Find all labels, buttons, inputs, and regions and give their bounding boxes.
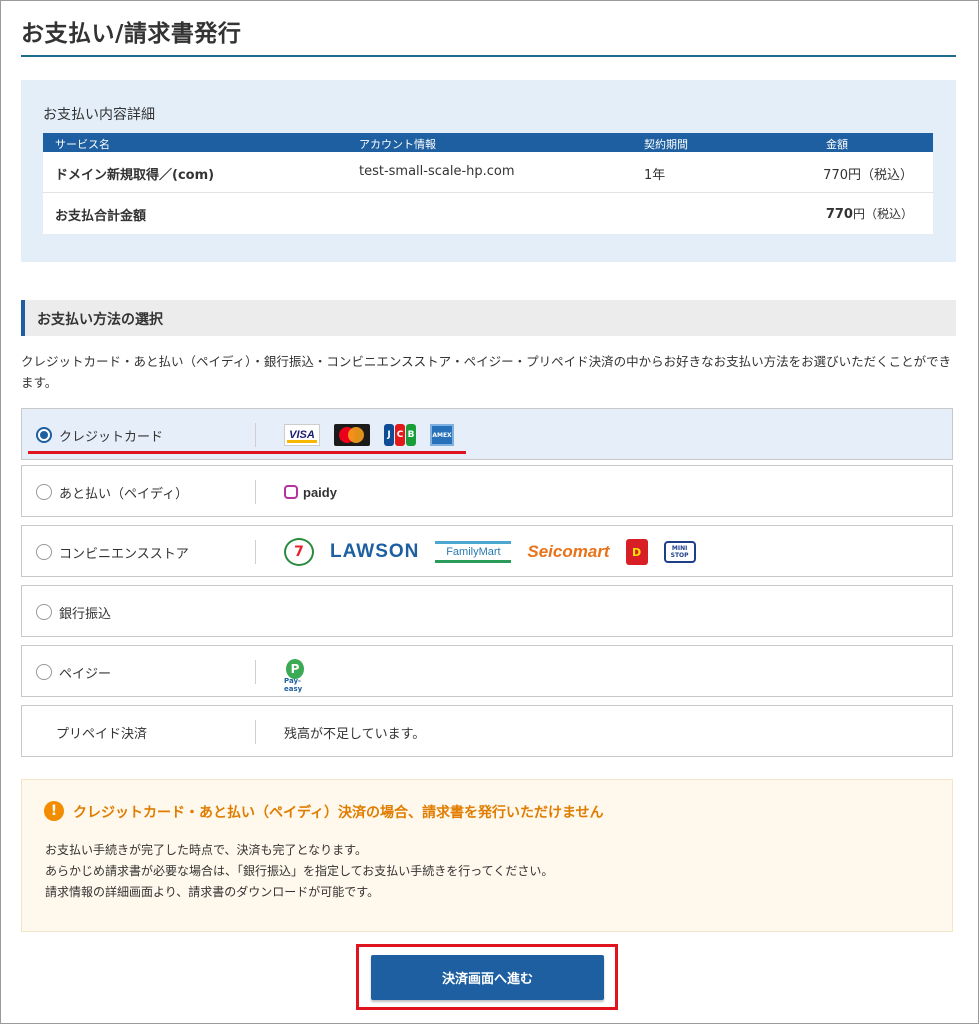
total-row: お支払合計金額 770円（税込） (43, 193, 933, 234)
details-table: サービス名 アカウント情報 契約期間 金額 ドメイン新規取得／(com) tes… (43, 133, 933, 234)
divider (255, 720, 256, 744)
row-amount: 770円（税込） (823, 168, 913, 183)
table-row: ドメイン新規取得／(com) test-small-scale-hp.com 1… (43, 152, 933, 193)
payment-method-heading-text: お支払い方法の選択 (37, 312, 163, 328)
details-title: お支払い内容詳細 (43, 107, 155, 123)
method-payeasy[interactable]: ペイジー P Pay-easy (21, 645, 953, 697)
visa-logo: VISA (284, 424, 320, 446)
title-divider (21, 55, 956, 57)
method-bank-transfer[interactable]: 銀行振込 (21, 585, 953, 637)
radio-payeasy[interactable] (36, 664, 52, 680)
payment-method-heading: お支払い方法の選択 (21, 300, 956, 336)
total-amount-number: 770 (825, 207, 853, 222)
service-name: ドメイン新規取得／(com) (55, 168, 215, 183)
method-label-credit-card: クレジットカード (59, 430, 164, 445)
method-label-convenience-store: コンビニエンスストア (59, 547, 189, 562)
header-amount: 金額 (826, 138, 848, 151)
paidy-logo: paidy (284, 485, 337, 500)
warning-icon: ! (44, 801, 64, 821)
divider (255, 423, 256, 447)
method-label-bank-transfer: 銀行振込 (59, 607, 112, 622)
total-amount: 770円（税込） (826, 205, 913, 222)
paidy-logos: paidy (284, 478, 337, 506)
ministop-logo: MINI STOP (663, 541, 696, 563)
radio-convenience-store[interactable] (36, 544, 52, 560)
jcb-logo: JCB (384, 424, 416, 446)
total-amount-unit: 円（税込） (852, 207, 913, 221)
notice-body: お支払い手続きが完了した時点で、決済も完了となります。 あらかじめ請求書が必要な… (45, 840, 553, 903)
total-label: お支払合計金額 (55, 209, 147, 224)
radio-bank-transfer[interactable] (36, 604, 52, 620)
familymart-logo: FamilyMart (435, 541, 512, 563)
method-paidy[interactable]: あと払い（ペイディ） paidy (21, 465, 953, 517)
account-info: test-small-scale-hp.com (359, 164, 515, 179)
prepaid-balance-message: 残高が不足しています。 (284, 727, 426, 742)
table-header: サービス名 アカウント情報 契約期間 金額 (43, 133, 933, 152)
divider (255, 660, 256, 684)
divider (255, 540, 256, 564)
method-label-payeasy: ペイジー (59, 667, 112, 682)
header-account: アカウント情報 (359, 138, 436, 151)
store-logos: 7 LAWSON FamilyMart Seicomart D MINI STO… (284, 538, 696, 566)
seven-eleven-logo: 7 (284, 538, 314, 566)
notice-line: あらかじめ請求書が必要な場合は、「銀行振込」を指定してお支払い手続きを行ってくだ… (45, 864, 554, 878)
method-label-paidy: あと払い（ペイディ） (59, 487, 189, 502)
notice-line: 請求情報の詳細画面より、請求書のダウンロードが可能です。 (45, 885, 380, 899)
page-title: お支払い/請求書発行 (21, 21, 242, 47)
header-service: サービス名 (55, 138, 110, 151)
amex-logo: AMEX (430, 424, 454, 446)
invoice-notice: ! クレジットカード・あと払い（ペイディ）決済の場合、請求書を発行いただけません… (21, 779, 953, 932)
method-convenience-store[interactable]: コンビニエンスストア 7 LAWSON FamilyMart Seicomart… (21, 525, 953, 577)
highlight-underline (28, 451, 466, 454)
payeasy-logos: P Pay-easy (284, 658, 316, 693)
payeasy-logo: P Pay-easy (284, 659, 316, 693)
radio-paidy[interactable] (36, 484, 52, 500)
method-prepaid: プリペイド決済 残高が不足しています。 (21, 705, 953, 757)
contract-period: 1年 (644, 168, 666, 183)
payment-intro-text: クレジットカード・あと払い（ペイディ）・銀行振込・コンビニエンスストア・ペイジー… (21, 354, 952, 390)
daily-yamazaki-logo: D (625, 539, 648, 565)
header-period: 契約期間 (644, 138, 688, 151)
mastercard-logo (334, 424, 370, 446)
method-label-prepaid: プリペイド決済 (56, 727, 148, 742)
proceed-to-payment-button[interactable]: 決済画面へ進む (371, 955, 604, 1000)
notice-line: お支払い手続きが完了した時点で、決済も完了となります。 (45, 843, 367, 857)
card-logos: VISA JCB AMEX (284, 421, 454, 449)
divider (255, 480, 256, 504)
seicomart-logo: Seicomart (527, 542, 610, 561)
payment-details-panel: お支払い内容詳細 サービス名 アカウント情報 契約期間 金額 ドメイン新規取得／… (21, 80, 956, 262)
lawson-logo: LAWSON (330, 541, 420, 562)
notice-title: クレジットカード・あと払い（ペイディ）決済の場合、請求書を発行いただけません (73, 805, 604, 821)
radio-credit-card[interactable] (36, 427, 52, 443)
